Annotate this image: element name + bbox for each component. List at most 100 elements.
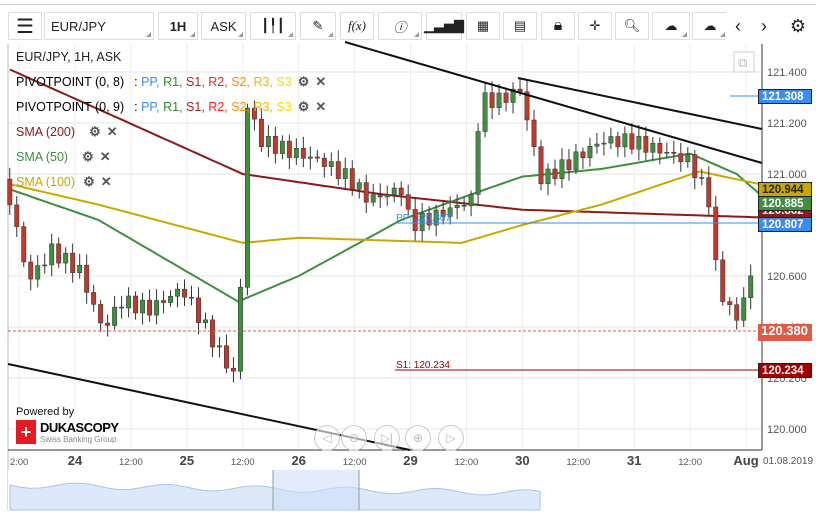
trendline-upper[interactable]: [344, 41, 763, 164]
candle: [713, 195, 719, 271]
pivot-level-s2: S2,: [231, 75, 254, 89]
candle: [370, 183, 376, 207]
candle: [601, 131, 607, 156]
candle: [342, 157, 348, 191]
candle: [650, 137, 656, 161]
candle: [503, 87, 509, 112]
candle: [727, 297, 733, 316]
pivot-level-pp: PP,: [141, 75, 164, 89]
candle: [559, 148, 565, 189]
price-label: 120.380: [758, 324, 812, 341]
pivot-level-r1: R1,: [163, 100, 187, 114]
candle: [594, 132, 600, 154]
zoom-out-button[interactable]: ⊖: [341, 425, 367, 451]
candle: [272, 126, 278, 164]
candle: [748, 264, 754, 310]
candle: [489, 81, 495, 120]
time-tick: 30: [515, 453, 529, 468]
candle: [734, 297, 740, 330]
scroll-right-button[interactable]: ▷: [438, 425, 464, 451]
time-tick: 26: [291, 453, 305, 468]
candle: [35, 255, 41, 288]
price-tick: 120.000: [767, 424, 807, 436]
s1-annotation: S1: 120.234: [396, 360, 450, 371]
pivot-level-r3: R3,: [253, 75, 277, 89]
pivot-legend-2: PIVOTPOINT (0, 9): PP, R1, S1, R2, S2, R…: [16, 99, 327, 115]
price-label: 120.807: [758, 217, 812, 232]
candle: [643, 126, 649, 161]
candle: [300, 136, 306, 168]
price-tick: 121.000: [767, 169, 807, 181]
pivot-level-r1: R1,: [163, 75, 187, 89]
brand: DUKASCOPY: [40, 420, 119, 435]
candle: [230, 357, 236, 383]
candle: [147, 289, 153, 322]
time-tick: 25: [180, 453, 194, 468]
time-tick: 24: [68, 453, 83, 468]
swiss-cross-icon: +: [16, 420, 36, 444]
candle: [678, 142, 684, 172]
price-tick: 120.600: [767, 271, 807, 283]
gear-icon[interactable]: ⚙: [298, 74, 310, 90]
pivot-level-r3: R3,: [253, 100, 277, 114]
close-icon[interactable]: ✕: [315, 74, 326, 90]
candle: [405, 184, 411, 216]
gear-icon[interactable]: ⚙: [89, 124, 101, 140]
candle: [210, 315, 215, 357]
sma50-line: [9, 152, 761, 303]
close-icon[interactable]: ✕: [100, 149, 111, 165]
candle: [384, 185, 390, 206]
close-icon[interactable]: ✕: [315, 99, 326, 115]
candle: [112, 295, 118, 330]
candle: [335, 150, 341, 186]
candle: [91, 284, 97, 312]
candle: [154, 289, 160, 325]
pp-annotation: PP: 120.807: [396, 213, 451, 224]
candle: [293, 138, 299, 165]
pivot-label: PIVOTPOINT (0, 9): [16, 100, 125, 114]
candle: [566, 148, 572, 181]
candle: [244, 103, 250, 296]
close-icon[interactable]: ✕: [107, 124, 118, 140]
zoom-in-button[interactable]: ⊕: [405, 425, 431, 451]
time-tick: 12:00: [231, 457, 255, 468]
pivot-level-pp: PP,: [141, 100, 164, 114]
gear-icon[interactable]: ⚙: [83, 174, 95, 190]
candle: [119, 295, 125, 319]
candle: [685, 147, 691, 168]
tagline: Swiss Banking Group: [40, 435, 117, 444]
close-icon[interactable]: ✕: [101, 174, 112, 190]
candle: [741, 287, 747, 327]
candle: [671, 140, 677, 164]
candle: [28, 254, 34, 291]
candle: [622, 126, 628, 158]
candle: [77, 253, 83, 279]
price-tick: 121.400: [767, 67, 807, 79]
candle: [545, 163, 551, 196]
candle: [133, 291, 139, 320]
candle: [105, 314, 111, 337]
time-tick: 12:00: [678, 457, 702, 468]
candle: [636, 124, 642, 161]
popout-glyph: ⧉: [738, 55, 747, 70]
candle: [140, 292, 146, 325]
gear-icon[interactable]: ⚙: [298, 99, 310, 115]
scroll-left-button[interactable]: ◁: [314, 425, 340, 451]
dukascopy-logo: Powered by + DUKASCOPY Swiss Banking Gro…: [16, 406, 119, 444]
candle: [363, 174, 369, 214]
candle: [237, 278, 243, 380]
navigator-window[interactable]: [273, 470, 359, 510]
reset-end-button[interactable]: ▷|: [374, 425, 400, 451]
price-label: 120.944: [758, 182, 812, 197]
candle: [175, 283, 180, 308]
candle: [182, 279, 187, 306]
candle: [391, 182, 397, 203]
time-tick: 12:00: [455, 457, 479, 468]
candle: [328, 152, 334, 176]
pivot-level-r2: R2,: [208, 100, 232, 114]
time-tick: 29: [403, 453, 417, 468]
candle: [56, 237, 62, 269]
time-tick: 12:00: [119, 457, 143, 468]
gear-icon[interactable]: ⚙: [82, 149, 94, 165]
candle: [510, 82, 516, 114]
